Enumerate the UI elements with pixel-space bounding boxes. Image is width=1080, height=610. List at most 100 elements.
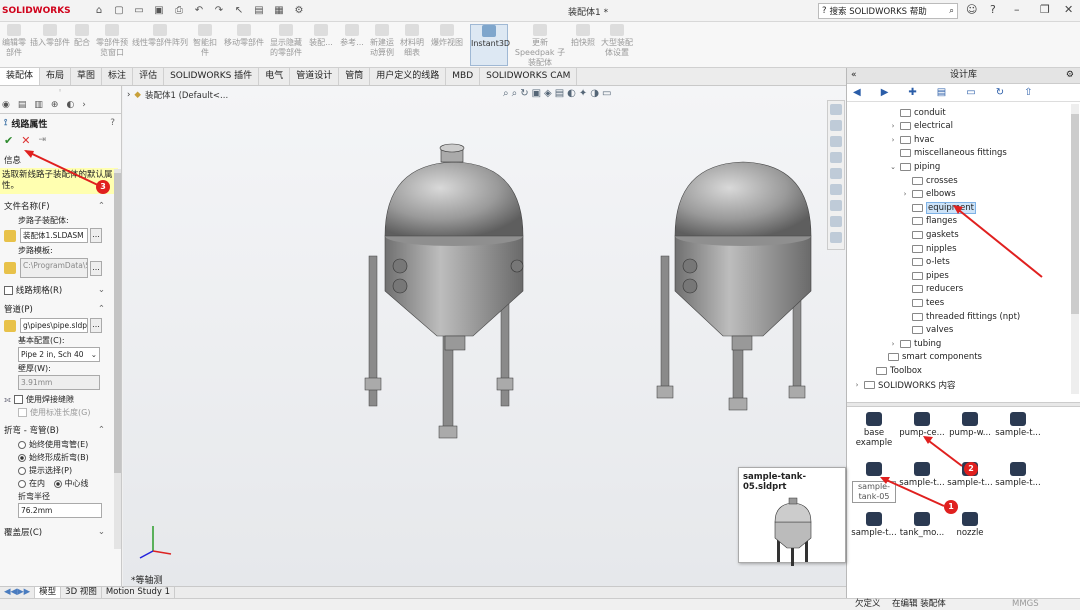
cancel-button[interactable]: ✕ — [21, 134, 30, 147]
tree-node[interactable]: miscellaneous fittings — [889, 147, 1007, 160]
user-icon[interactable]: ☺ — [966, 3, 977, 16]
move-component-button[interactable]: 移动零部件 — [222, 24, 266, 66]
radio-always-bend[interactable]: 始终形成折弯(B) — [0, 451, 121, 464]
tree-node[interactable]: › electrical — [889, 120, 953, 133]
tree-node[interactable]: ⌄ piping — [889, 160, 940, 173]
browse-button[interactable]: ... — [90, 228, 102, 243]
tab-0[interactable]: 装配体 — [0, 68, 41, 85]
bom-button[interactable]: 材料明细表 — [398, 24, 426, 66]
status-units[interactable]: MMGS — [1012, 599, 1039, 610]
tab-3[interactable]: 标注 — [102, 68, 134, 85]
library-part-item[interactable]: sample-t... — [849, 512, 899, 538]
close-window-icon[interactable]: ✕ — [1064, 3, 1073, 16]
chevron-down-icon[interactable]: ⌄ — [98, 527, 105, 537]
minimize-icon[interactable]: – — [1014, 3, 1020, 16]
tree-node[interactable]: › SOLIDWORKS 内容 — [853, 378, 956, 391]
tank-right[interactable] — [656, 161, 812, 411]
smart-fasteners-button[interactable]: 智能扣件 — [190, 24, 220, 66]
tree-node[interactable]: gaskets — [901, 228, 959, 241]
pipe-field[interactable]: g\pipes\pipe.sldprt — [20, 318, 88, 333]
search-icon[interactable]: ⌕ — [949, 6, 954, 16]
up-one-level-icon[interactable]: ⇧ — [1024, 87, 1032, 98]
3dcontent-tab-icon[interactable] — [830, 216, 842, 227]
forward-icon[interactable]: ▶ — [881, 87, 889, 98]
std-length-checkbox[interactable] — [18, 408, 27, 417]
radio-center[interactable] — [53, 479, 62, 488]
tab-5[interactable]: SOLIDWORKS 插件 — [164, 68, 260, 85]
undo-icon[interactable]: ↶ — [192, 5, 206, 16]
config-manager-tab-icon[interactable]: ▥ — [34, 100, 43, 110]
browse-button[interactable]: ... — [90, 260, 102, 276]
dimxpert-tab-icon[interactable]: ⊕ — [51, 100, 59, 110]
restore-icon[interactable]: ❐ — [1040, 3, 1050, 16]
chevron-down-icon[interactable]: ⌄ — [98, 285, 105, 295]
panel-grip-icon[interactable]: ◦ — [58, 87, 62, 95]
refresh-icon[interactable]: ↻ — [996, 87, 1004, 98]
library-part-item[interactable]: sample-t... — [897, 462, 947, 488]
tree-node[interactable]: tees — [901, 296, 944, 309]
chevron-up-icon[interactable]: ⌃ — [98, 425, 105, 435]
mate-button[interactable]: 配合 — [72, 24, 92, 66]
route-template-field[interactable]: C:\ProgramData\So — [20, 258, 88, 278]
std-length-option[interactable]: 使用标准长度(G) — [0, 406, 121, 419]
tree-node[interactable]: › tubing — [889, 337, 942, 350]
add-file-location-icon[interactable]: ▤ — [937, 87, 946, 98]
insert-component-button[interactable]: 插入零部件 — [30, 24, 70, 66]
route-sub-field[interactable]: 装配体1.SLDASM — [20, 228, 88, 243]
pin-icon[interactable]: ⇥ — [38, 135, 46, 145]
tab-11[interactable]: SOLIDWORKS CAM — [480, 68, 578, 85]
tree-node[interactable]: › elbows — [901, 188, 956, 201]
create-folder-icon[interactable]: ▭ — [966, 87, 975, 98]
bottom-tab-2[interactable]: Motion Study 1 — [102, 587, 175, 598]
tree-node[interactable]: nipples — [901, 242, 957, 255]
library-part-item[interactable]: sample-t... — [993, 412, 1043, 438]
tree-node[interactable]: crosses — [901, 174, 958, 187]
select-icon[interactable]: ↖ — [232, 5, 246, 16]
instant3d-button[interactable]: Instant3D — [470, 24, 510, 66]
filename-section-header[interactable]: 文件名称(F) ⌃ — [0, 198, 121, 214]
open-file-icon[interactable]: ▭ — [132, 5, 146, 16]
resources-tab-icon[interactable] — [830, 104, 842, 115]
new-file-icon[interactable]: ▢ — [112, 5, 126, 16]
expand-toggle-icon[interactable]: ⌄ — [889, 163, 897, 171]
design-library-tab-icon[interactable] — [830, 120, 842, 131]
forum-tab-icon[interactable] — [830, 200, 842, 211]
chevron-up-icon[interactable]: ⌃ — [98, 201, 105, 211]
tab-6[interactable]: 电气 — [259, 68, 291, 85]
reference-geometry-button[interactable]: 参考... — [338, 24, 366, 66]
browse-button[interactable]: ... — [90, 318, 102, 333]
route-spec-checkbox[interactable] — [4, 285, 13, 295]
info-section-header[interactable]: 信息 — [0, 152, 121, 168]
rebuild-icon[interactable]: ▤ — [252, 5, 266, 16]
add-to-library-icon[interactable]: ✚ — [908, 87, 916, 98]
pane-splitter[interactable] — [847, 402, 1080, 407]
save-icon[interactable]: ▣ — [152, 5, 166, 16]
display-manager-tab-icon[interactable]: ◐ — [66, 100, 74, 110]
tab-7[interactable]: 管道设计 — [290, 68, 340, 85]
radio-inner[interactable] — [18, 479, 26, 488]
radio-circle[interactable] — [18, 453, 26, 462]
back-icon[interactable]: ◀ — [853, 87, 861, 98]
appearances-tab-icon[interactable] — [830, 168, 842, 179]
base-config-select[interactable]: Pipe 2 in, Sch 40 ⌄ — [18, 347, 100, 362]
edit-component-button[interactable]: 编辑零部件 — [0, 24, 28, 66]
expand-toggle-icon[interactable]: › — [901, 190, 909, 198]
library-part-item[interactable]: nozzle — [945, 512, 995, 538]
library-part-item[interactable]: tank_mo... — [897, 512, 947, 538]
expand-toggle-icon[interactable]: › — [853, 381, 861, 389]
scrollbar-thumb[interactable] — [1071, 114, 1079, 314]
tab-2[interactable]: 草图 — [71, 68, 103, 85]
library-part-item[interactable]: sample-t... — [993, 462, 1043, 488]
tree-node[interactable]: equipment — [901, 201, 976, 214]
linear-pattern-button[interactable]: 线性零部件阵列 — [132, 24, 188, 66]
new-motion-study-button[interactable]: 新建运动算例 — [368, 24, 396, 66]
tree-node[interactable]: o-lets — [901, 256, 950, 269]
pm-help-button[interactable]: ? — [110, 118, 115, 128]
tree-node[interactable]: flanges — [901, 215, 957, 228]
bottom-tab-0[interactable]: 模型 — [35, 587, 62, 598]
tree-node[interactable]: pipes — [901, 269, 949, 282]
tree-node[interactable]: Toolbox — [865, 364, 922, 377]
tree-node[interactable]: threaded fittings (npt) — [901, 310, 1020, 323]
redo-icon[interactable]: ↷ — [212, 5, 226, 16]
home-icon[interactable]: ⌂ — [92, 5, 106, 16]
